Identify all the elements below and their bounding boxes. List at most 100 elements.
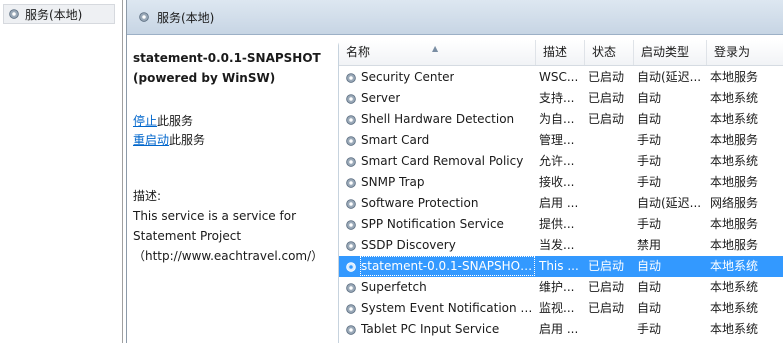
service-desc: WSC... xyxy=(539,70,579,84)
service-row[interactable]: SPP Notification Service 提供... 手动 本地服务 xyxy=(339,214,783,235)
left-tree-pane: 服务(本地) xyxy=(0,0,123,343)
service-gear-icon xyxy=(346,324,356,335)
service-detail-panel: statement-0.0.1-SNAPSHOT (powered by Win… xyxy=(133,48,328,266)
service-name: Smart Card Removal Policy xyxy=(361,154,524,168)
service-name-cell: Tablet PC Input Service xyxy=(344,319,534,340)
column-header-logon[interactable]: 登录为 xyxy=(707,40,783,65)
service-startup-type: 手动 xyxy=(637,175,662,189)
service-desc: This ... xyxy=(539,259,579,273)
service-logon-as: 本地服务 xyxy=(710,238,759,252)
service-row[interactable]: Shell Hardware Detection 为自... 已启动 自动 本地系统 xyxy=(339,109,783,130)
service-row[interactable]: SNMP Trap 接收... 手动 本地服务 xyxy=(339,172,783,193)
service-desc: 支持... xyxy=(539,91,575,105)
service-name-cell: SNMP Trap xyxy=(344,172,534,193)
column-header-row: ▲ 名称 描述 状态 启动类型 登录为 xyxy=(339,40,783,66)
service-row[interactable]: statement-0.0.1-SNAPSHOT... This ... 已启动 自动… xyxy=(339,256,783,277)
service-startup-type: 手动 xyxy=(637,217,662,231)
service-name: Shell Hardware Detection xyxy=(361,112,515,126)
services-gear-icon xyxy=(139,12,149,22)
service-logon-as: 网络服务 xyxy=(710,196,759,210)
stop-suffix: 此服务 xyxy=(157,114,194,128)
service-name: SSDP Discovery xyxy=(361,238,456,252)
restart-service-link[interactable]: 重启动 xyxy=(133,133,169,147)
service-startup-type: 自动 xyxy=(637,112,662,126)
service-desc: 允许... xyxy=(539,154,575,168)
service-startup-type: 自动 xyxy=(637,91,662,105)
service-status: 已启动 xyxy=(588,259,625,273)
service-row[interactable]: Security Center WSC... 已启动 自动(延迟... 本地服务 xyxy=(339,67,783,88)
tree-node-label: 服务(本地) xyxy=(25,7,83,22)
service-desc: 为自... xyxy=(539,112,575,126)
service-startup-type: 自动 xyxy=(637,259,662,273)
service-name-cell: Shell Hardware Detection xyxy=(344,109,534,130)
service-desc: 维护... xyxy=(539,280,575,294)
service-name: SNMP Trap xyxy=(361,175,425,189)
service-startup-type: 自动(延迟... xyxy=(637,196,702,210)
service-status: 已启动 xyxy=(588,91,625,105)
service-name: Security Center xyxy=(361,70,455,84)
desc-line-2: Statement Project xyxy=(133,229,242,243)
header-title: 服务(本地) xyxy=(157,10,215,25)
content-header: 服务(本地) xyxy=(127,0,783,35)
service-logon-as: 本地系统 xyxy=(710,91,759,105)
service-name-cell: SPP Notification Service xyxy=(344,214,534,235)
service-name-cell: Smart Card xyxy=(344,130,534,151)
service-logon-as: 本地服务 xyxy=(710,70,759,84)
service-name-cell: SSDP Discovery xyxy=(344,235,534,256)
services-rows: Security Center WSC... 已启动 自动(延迟... 本地服务 Serv… xyxy=(339,67,783,340)
service-name: Superfetch xyxy=(361,280,427,294)
services-gear-icon xyxy=(9,9,19,19)
service-logon-as: 本地系统 xyxy=(710,322,759,336)
service-gear-icon xyxy=(346,177,356,188)
column-header-name[interactable]: ▲ 名称 xyxy=(339,40,536,65)
detail-description: 描述: This service is a service for Statem… xyxy=(133,186,328,266)
service-status: 已启动 xyxy=(588,112,625,126)
service-row[interactable]: Server 支持... 已启动 自动 本地系统 xyxy=(339,88,783,109)
service-name-cell: Software Protection xyxy=(344,193,534,214)
sort-ascending-icon: ▲ xyxy=(432,44,439,53)
service-row[interactable]: Smart Card 管理... 手动 本地服务 xyxy=(339,130,783,151)
restart-suffix: 此服务 xyxy=(169,133,206,147)
service-gear-icon xyxy=(346,114,356,125)
stop-service-link[interactable]: 停止 xyxy=(133,114,157,128)
service-gear-icon xyxy=(346,135,356,146)
column-header-status[interactable]: 状态 xyxy=(585,40,634,65)
service-gear-icon xyxy=(346,261,356,272)
detail-powered-by: (powered by WinSW) xyxy=(133,71,276,85)
service-gear-icon xyxy=(346,240,356,251)
service-row[interactable]: Tablet PC Input Service 启用 ... 手动 本地系统 xyxy=(339,319,783,340)
tree-node-services-local[interactable]: 服务(本地) xyxy=(3,4,115,24)
service-logon-as: 本地系统 xyxy=(710,280,759,294)
service-startup-type: 禁用 xyxy=(637,238,662,252)
action-links: 停止此服务 重启动此服务 xyxy=(133,112,328,150)
service-row[interactable]: Superfetch 维护... 已启动 自动 本地系统 xyxy=(339,277,783,298)
service-name-cell: Server xyxy=(344,88,534,109)
service-row[interactable]: Smart Card Removal Policy 允许... 手动 本地系统 xyxy=(339,151,783,172)
service-desc: 当发... xyxy=(539,238,575,252)
service-row[interactable]: System Event Notification S... 监视... 已启动 自动… xyxy=(339,298,783,319)
desc-label: 描述: xyxy=(133,189,162,203)
column-header-startup[interactable]: 启动类型 xyxy=(634,40,707,65)
service-logon-as: 本地服务 xyxy=(710,133,759,147)
service-name: Server xyxy=(361,91,401,105)
service-row[interactable]: SSDP Discovery 当发... 禁用 本地服务 xyxy=(339,235,783,256)
service-name: SPP Notification Service xyxy=(361,217,504,231)
service-desc: 提供... xyxy=(539,217,575,231)
service-status: 已启动 xyxy=(588,70,625,84)
service-name: Smart Card xyxy=(361,133,430,147)
service-gear-icon xyxy=(346,198,356,209)
column-header-desc[interactable]: 描述 xyxy=(536,40,585,65)
service-row[interactable]: Software Protection 启用 ... 自动(延迟... 网络服务 xyxy=(339,193,783,214)
detail-service-name: statement-0.0.1-SNAPSHOT xyxy=(133,51,321,65)
service-startup-type: 手动 xyxy=(637,133,662,147)
service-startup-type: 手动 xyxy=(637,154,662,168)
service-gear-icon xyxy=(346,282,356,293)
service-gear-icon xyxy=(346,156,356,167)
service-gear-icon xyxy=(346,72,356,83)
services-list-panel: ▲ 名称 描述 状态 启动类型 登录为 Security Center WSC..… xyxy=(338,40,783,343)
service-gear-icon xyxy=(346,303,356,314)
content-pane: 服务(本地) statement-0.0.1-SNAPSHOT (powered… xyxy=(126,0,783,343)
service-name-cell: Smart Card Removal Policy xyxy=(344,151,534,172)
service-startup-type: 自动(延迟... xyxy=(637,70,702,84)
desc-line-1: This service is a service for xyxy=(133,209,297,223)
